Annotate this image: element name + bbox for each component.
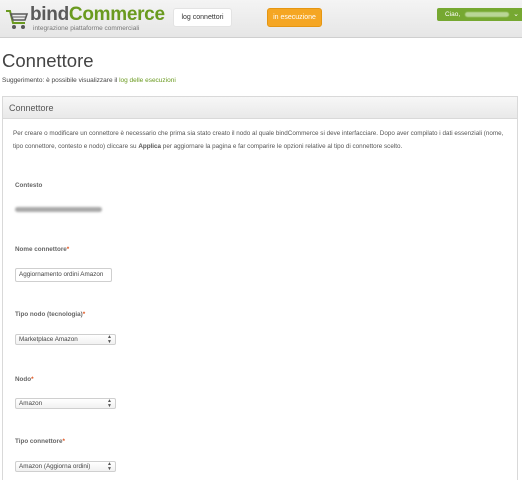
node-selected: Amazon (19, 400, 43, 407)
select-arrows-icon: ▲ ▼ (107, 398, 112, 409)
intro-text: Per creare o modificare un connettore è … (13, 128, 513, 153)
app-logo[interactable]: bindCommerce integrazione piattaforme co… (4, 4, 165, 34)
connector-name-input[interactable]: Aggiornamento ordini Amazon (15, 268, 112, 282)
context-value-redacted (15, 207, 102, 212)
node-select[interactable]: Amazon ▲ ▼ (15, 398, 116, 409)
log-connectors-button[interactable]: log connettori (173, 8, 232, 27)
logo-commerce: Commerce (68, 4, 165, 25)
connector-panel: Connettore (2, 96, 518, 480)
connector-type-selected: Amazon (Aggiorna ordini) (19, 463, 91, 470)
node-label-text: Nodo (15, 376, 32, 383)
required-mark: * (62, 438, 65, 445)
execution-log-link[interactable]: log delle esecuzioni (119, 77, 176, 84)
panel-title: Connettore (3, 97, 517, 119)
node-type-label-text: Tipo nodo (tecnologia) (15, 311, 83, 318)
connector-name-label: Nome connettore* (15, 246, 69, 253)
top-bar: bindCommerce integrazione piattaforme co… (0, 0, 522, 38)
connector-name-label-text: Nome connettore (15, 246, 67, 253)
connector-type-select[interactable]: Amazon (Aggiorna ordini) ▲ ▼ (15, 461, 116, 472)
user-menu[interactable]: Ciao, ⌄ (437, 8, 522, 21)
node-label: Nodo* (15, 376, 34, 383)
node-type-selected: Marketplace Amazon (19, 336, 78, 343)
running-button[interactable]: in esecuzione (267, 8, 322, 27)
node-type-label: Tipo nodo (tecnologia)* (15, 311, 85, 318)
logo-tagline: integrazione piattaforme commerciali (33, 25, 140, 32)
user-name-redacted (465, 11, 509, 17)
page-title: Connettore (2, 50, 94, 71)
node-type-select[interactable]: Marketplace Amazon ▲ ▼ (15, 334, 116, 345)
logo-wordmark: bindCommerce (30, 4, 165, 26)
connector-type-label: Tipo connettore* (15, 438, 65, 445)
required-mark: * (31, 376, 34, 383)
select-arrows-icon: ▲ ▼ (107, 334, 112, 345)
user-greeting: Ciao, (445, 11, 461, 18)
hint-text: Suggerimento: è possibile visualizzare i… (2, 77, 176, 84)
logo-bind: bind (30, 4, 69, 25)
select-arrows-icon: ▲ ▼ (107, 461, 112, 472)
intro-tail: per aggiornare la pagina e far comparire… (161, 142, 403, 150)
cart-icon (6, 10, 29, 29)
connector-type-label-text: Tipo connettore (15, 438, 63, 445)
intro-action: Applica (138, 142, 162, 150)
required-mark: * (82, 311, 86, 318)
chevron-down-icon: ⌄ (513, 11, 519, 18)
required-mark: * (66, 246, 70, 253)
context-label: Contesto (15, 182, 43, 189)
hint-prefix: Suggerimento: è possibile visualizzare i… (2, 77, 120, 84)
